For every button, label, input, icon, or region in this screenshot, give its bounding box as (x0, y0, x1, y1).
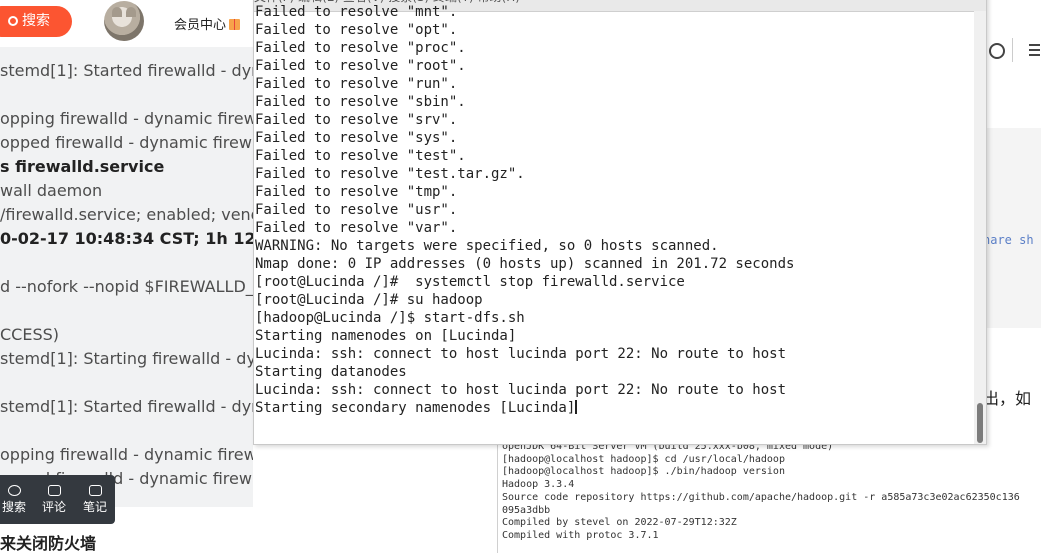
toolbar-search-label: 搜索 (1, 500, 26, 514)
terminal-line: Failed to resolve "srv". (255, 112, 458, 128)
article-line: /firewalld.service; enabled; vendor p (0, 205, 253, 224)
gift-icon (229, 19, 241, 30)
screenshot-line: Hadoop 3.3.4 (502, 479, 575, 491)
screenshot-line: 095a3dbb (502, 504, 551, 516)
toolbar-divider (1012, 38, 1013, 62)
terminal-line: [hadoop@Lucinda /]$ start-dfs.sh (255, 310, 525, 326)
toolbar-comment-label: 评论 (41, 500, 66, 514)
article-line: stemd[1]: Started firewalld - dynamic (0, 397, 253, 416)
right-page-code-block (987, 128, 1041, 328)
text-fragment: 出，如 (983, 389, 1032, 408)
article-line: stemd[1]: Starting firewalld - dynamic (0, 349, 253, 368)
screenshot-line: Source code repository https://github.co… (502, 491, 1020, 503)
toolbar-comment-button[interactable]: 评论 (34, 475, 74, 524)
terminal-line: [root@Lucinda /]# systemctl stop firewal… (255, 274, 685, 290)
terminal-line: Failed to resolve "var". (255, 220, 458, 236)
comment-icon (47, 485, 61, 496)
terminal-line: Failed to resolve "sbin". (255, 94, 466, 110)
terminal-line: Failed to resolve "test.tar.gz". (255, 166, 525, 182)
screenshot-line: [hadoop@localhost hadoop]$ cd /usr/local… (502, 453, 785, 465)
terminal-line: Failed to resolve "run". (255, 76, 458, 92)
search-icon (7, 485, 21, 496)
terminal-scrollbar[interactable] (974, 11, 986, 444)
terminal-window[interactable]: 文件(F) 编辑(E) 查看(V) 搜索(S) 终端(T) 帮助(H) Fail… (253, 0, 987, 445)
floating-toolbar: 搜索 评论 笔记 (0, 475, 115, 524)
search-button-label: 搜索 (22, 13, 50, 29)
terminal-line: Lucinda: ssh: connect to host lucinda po… (255, 346, 787, 362)
terminal-line: Failed to resolve "opt". (255, 22, 458, 38)
article-line: d --nofork --nopid $FIREWALLD_AR (0, 277, 253, 296)
terminal-line: Failed to resolve "tmp". (255, 184, 458, 200)
toolbar-search-button[interactable]: 搜索 (0, 475, 34, 524)
section-heading: 来关闭防火墙 (0, 534, 97, 553)
terminal-line: Starting datanodes (255, 364, 407, 380)
search-icon (8, 16, 18, 26)
avatar[interactable] (104, 1, 144, 41)
terminal-line: Failed to resolve "root". (255, 58, 466, 74)
blog-header: 搜索 会员中心 (0, 0, 253, 46)
toolbar-note-label: 笔记 (82, 500, 107, 514)
screenshot-line: [hadoop@localhost hadoop]$ ./bin/hadoop … (502, 466, 785, 478)
toolbar-note-button[interactable]: 笔记 (75, 475, 115, 524)
text-cursor (575, 400, 578, 414)
terminal-line: [root@Lucinda /]# su hadoop (255, 292, 483, 308)
hadoop-version-screenshot: openJDK 64-Bit Server VM (build 25.xxx-b… (497, 443, 1041, 553)
blog-page: 搜索 会员中心 stemd[1]: Started firewalld - dy… (0, 0, 253, 553)
article-line: opping firewalld - dynamic firewall d (0, 445, 253, 464)
terminal-line: Lucinda: ssh: connect to host lucinda po… (255, 382, 787, 398)
code-fragment: hare sh (983, 233, 1034, 247)
scrollbar-thumb[interactable] (977, 403, 983, 443)
account-icon[interactable] (989, 43, 1005, 59)
article-line: 0-02-17 10:48:34 CST; 1h 12min ag (0, 229, 253, 248)
note-icon (88, 485, 102, 496)
article-line: wall daemon (0, 181, 103, 200)
article-line: CCESS) (0, 325, 60, 344)
terminal-line: Failed to resolve "mnt". (255, 4, 458, 20)
terminal-output[interactable]: Failed to resolve "mnt". Failed to resolv… (254, 3, 974, 417)
terminal-line: Failed to resolve "sys". (255, 130, 458, 146)
article-line: opping firewalld - dynamic firewall d (0, 109, 253, 128)
member-center-label: 会员中心 (174, 18, 227, 33)
search-button[interactable]: 搜索 (0, 6, 72, 37)
screenshot-line: Compiled by stevel on 2022-07-29T12:32Z (502, 517, 737, 529)
terminal-line: Starting secondary namenodes [Lucinda] (255, 400, 578, 416)
terminal-line: Failed to resolve "test". (255, 148, 466, 164)
menu-icon[interactable] (1029, 44, 1040, 56)
article-line: stemd[1]: Started firewalld - dynamic (0, 61, 253, 80)
terminal-line: Nmap done: 0 IP addresses (0 hosts up) s… (255, 256, 795, 272)
article-line: s firewalld.service (0, 157, 165, 176)
terminal-line: Failed to resolve "proc". (255, 40, 466, 56)
screenshot-line: Compiled with protoc 3.7.1 (502, 529, 659, 541)
terminal-line: WARNING: No targets were specified, so 0… (255, 238, 719, 254)
blog-article-body: stemd[1]: Started firewalld - dynamic opp… (0, 47, 253, 507)
terminal-line: Failed to resolve "usr". (255, 202, 458, 218)
article-line: opped firewalld - dynamic firewall da (0, 133, 253, 152)
member-center-link[interactable]: 会员中心 (174, 14, 241, 33)
terminal-line: Starting namenodes on [Lucinda] (255, 328, 517, 344)
